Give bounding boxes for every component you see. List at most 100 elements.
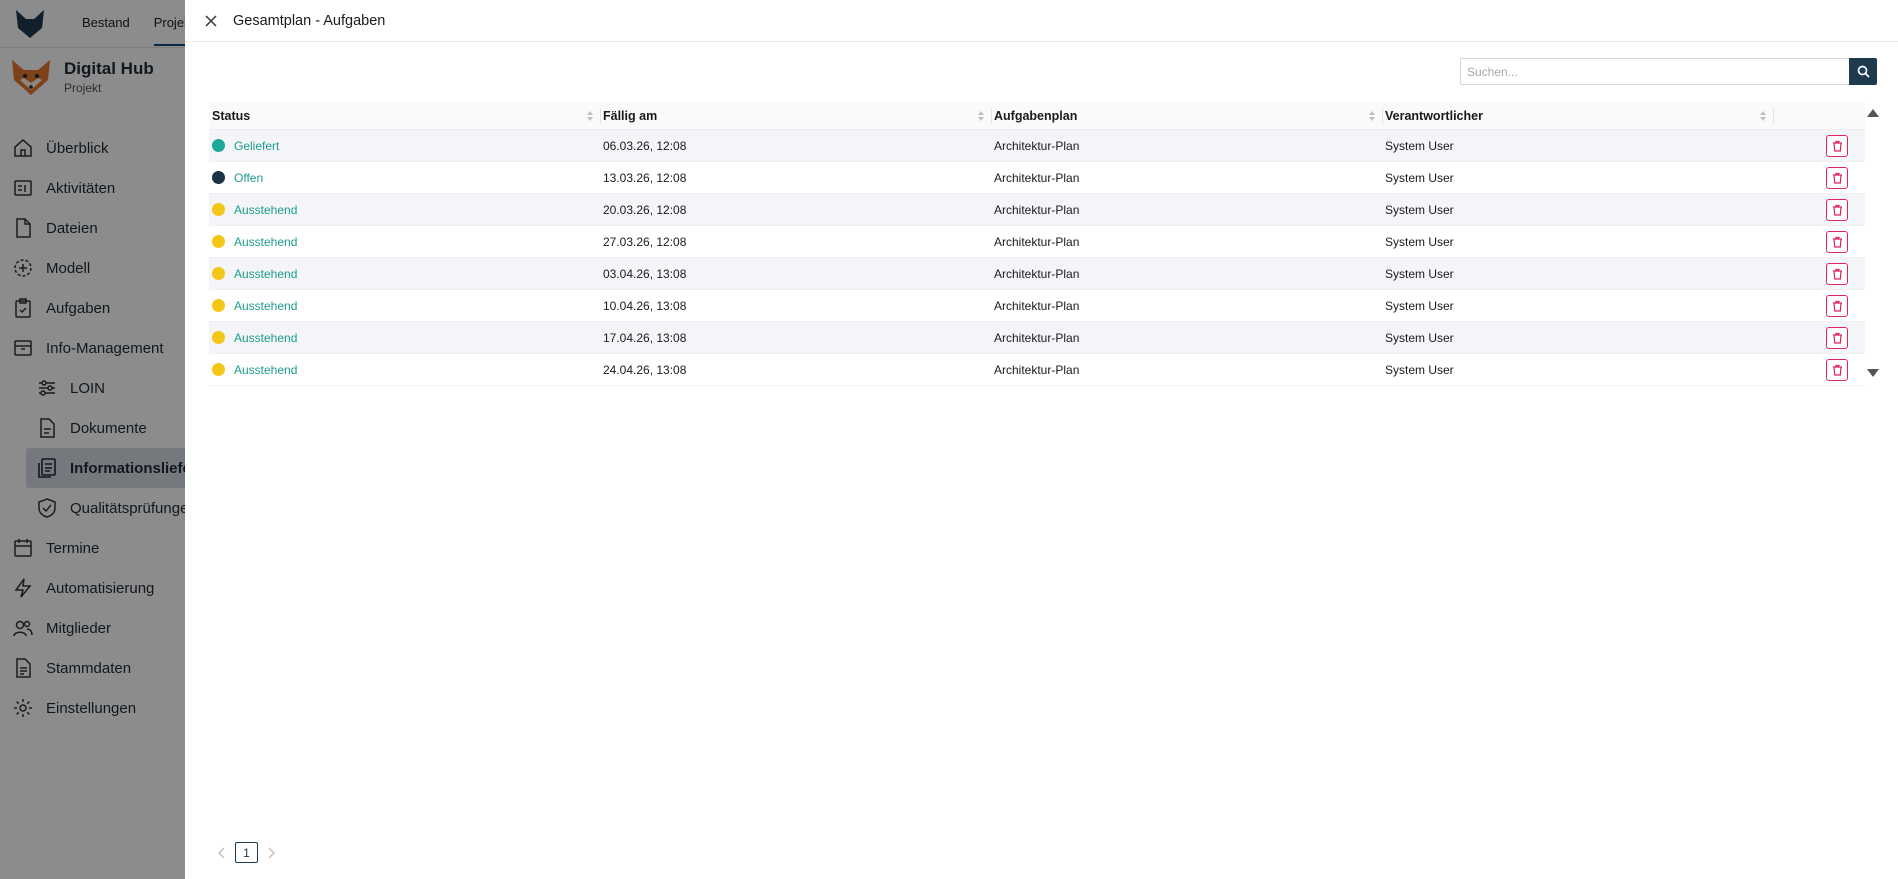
- scroll-up-arrow-icon[interactable]: [1866, 108, 1880, 118]
- sort-icon: [978, 110, 984, 121]
- due-cell: 20.03.26, 12:08: [603, 202, 687, 217]
- column-header-label: Aufgabenplan: [994, 108, 1078, 123]
- responsible-cell: System User: [1385, 170, 1454, 185]
- table-row: Offen 13.03.26, 12:08 Architektur-Plan S…: [209, 162, 1865, 194]
- status-dot: [212, 267, 225, 280]
- page-number-button[interactable]: 1: [235, 842, 258, 863]
- drawer-title: Gesamtplan - Aufgaben: [233, 12, 386, 29]
- responsible-cell: System User: [1385, 138, 1454, 153]
- delete-button[interactable]: [1826, 166, 1848, 189]
- status-cell: Ausstehend: [209, 226, 600, 258]
- scroll-down-arrow-icon[interactable]: [1866, 368, 1880, 378]
- table-row: Ausstehend 24.04.26, 13:08 Architektur-P…: [209, 354, 1865, 386]
- column-header-label: Status: [212, 108, 251, 123]
- due-cell: 27.03.26, 12:08: [603, 234, 687, 249]
- status-cell: Geliefert: [209, 130, 600, 162]
- delete-button[interactable]: [1826, 326, 1848, 349]
- responsible-cell: System User: [1385, 266, 1454, 281]
- close-icon: [205, 14, 217, 27]
- chevron-left-icon: [218, 847, 225, 858]
- status-dot: [212, 235, 225, 248]
- actions-cell: [1773, 258, 1851, 290]
- sort-icon: [1760, 110, 1766, 121]
- delete-button[interactable]: [1826, 230, 1848, 253]
- trash-icon: [1832, 300, 1842, 312]
- trash-icon: [1832, 332, 1842, 344]
- due-cell: 10.04.26, 13:08: [603, 298, 687, 313]
- due-cell: 06.03.26, 12:08: [603, 138, 687, 153]
- delete-button[interactable]: [1826, 134, 1848, 157]
- due-cell: 24.04.26, 13:08: [603, 362, 687, 377]
- plan-cell: Architektur-Plan: [994, 362, 1080, 377]
- status-cell: Offen: [209, 162, 600, 194]
- plan-cell: Architektur-Plan: [994, 330, 1080, 345]
- status-link[interactable]: Geliefert: [234, 139, 279, 153]
- status-link[interactable]: Offen: [234, 171, 263, 185]
- status-dot: [212, 139, 225, 152]
- trash-icon: [1832, 140, 1842, 152]
- column-header-status[interactable]: Status: [209, 102, 600, 130]
- status-link[interactable]: Ausstehend: [234, 203, 297, 217]
- tasks-drawer: Gesamtplan - Aufgaben Status Fällig am A…: [185, 0, 1898, 879]
- delete-button[interactable]: [1826, 262, 1848, 285]
- trash-icon: [1832, 172, 1842, 184]
- trash-icon: [1832, 236, 1842, 248]
- plan-cell: Architektur-Plan: [994, 234, 1080, 249]
- table-row: Ausstehend 27.03.26, 12:08 Architektur-P…: [209, 226, 1865, 258]
- status-cell: Ausstehend: [209, 322, 600, 354]
- next-page-button[interactable]: [264, 846, 278, 860]
- actions-cell: [1773, 322, 1851, 354]
- table-row: Ausstehend 10.04.26, 13:08 Architektur-P…: [209, 290, 1865, 322]
- drawer-header: Gesamtplan - Aufgaben: [185, 0, 1898, 42]
- responsible-cell: System User: [1385, 362, 1454, 377]
- due-cell: 17.04.26, 13:08: [603, 330, 687, 345]
- actions-cell: [1773, 226, 1851, 258]
- prev-page-button[interactable]: [215, 846, 229, 860]
- trash-icon: [1832, 364, 1842, 376]
- column-header-responsible[interactable]: Verantwortlicher: [1382, 102, 1773, 130]
- status-dot: [212, 171, 225, 184]
- search-input[interactable]: [1460, 58, 1849, 85]
- table-row: Ausstehend 20.03.26, 12:08 Architektur-P…: [209, 194, 1865, 226]
- table-header: Status Fällig am Aufgabenplan Verantwort…: [209, 102, 1865, 130]
- column-header-actions: [1773, 102, 1851, 130]
- actions-cell: [1773, 354, 1851, 386]
- status-link[interactable]: Ausstehend: [234, 363, 297, 377]
- actions-cell: [1773, 194, 1851, 226]
- trash-icon: [1832, 268, 1842, 280]
- actions-cell: [1773, 290, 1851, 322]
- search-bar: [1460, 58, 1877, 85]
- tasks-table: Status Fällig am Aufgabenplan Verantwort…: [209, 102, 1865, 386]
- sort-icon: [1369, 110, 1375, 121]
- delete-button[interactable]: [1826, 358, 1848, 381]
- column-header-due[interactable]: Fällig am: [600, 102, 991, 130]
- table-row: Geliefert 06.03.26, 12:08 Architektur-Pl…: [209, 130, 1865, 162]
- responsible-cell: System User: [1385, 330, 1454, 345]
- status-link[interactable]: Ausstehend: [234, 331, 297, 345]
- search-button[interactable]: [1849, 58, 1877, 85]
- delete-button[interactable]: [1826, 198, 1848, 221]
- close-button[interactable]: [201, 11, 221, 31]
- status-link[interactable]: Ausstehend: [234, 299, 297, 313]
- actions-cell: [1773, 162, 1851, 194]
- due-cell: 13.03.26, 12:08: [603, 170, 687, 185]
- table-row: Ausstehend 03.04.26, 13:08 Architektur-P…: [209, 258, 1865, 290]
- due-cell: 03.04.26, 13:08: [603, 266, 687, 281]
- column-header-label: Fällig am: [603, 108, 658, 123]
- search-icon: [1857, 65, 1870, 78]
- status-cell: Ausstehend: [209, 258, 600, 290]
- status-cell: Ausstehend: [209, 194, 600, 226]
- table-row: Ausstehend 17.04.26, 13:08 Architektur-P…: [209, 322, 1865, 354]
- status-link[interactable]: Ausstehend: [234, 267, 297, 281]
- sort-icon: [587, 110, 593, 121]
- delete-button[interactable]: [1826, 294, 1848, 317]
- status-cell: Ausstehend: [209, 290, 600, 322]
- status-dot: [212, 331, 225, 344]
- column-header-plan[interactable]: Aufgabenplan: [991, 102, 1382, 130]
- status-link[interactable]: Ausstehend: [234, 235, 297, 249]
- status-dot: [212, 203, 225, 216]
- table-body: Geliefert 06.03.26, 12:08 Architektur-Pl…: [209, 130, 1865, 386]
- status-cell: Ausstehend: [209, 354, 600, 386]
- column-header-label: Verantwortlicher: [1385, 108, 1483, 123]
- plan-cell: Architektur-Plan: [994, 138, 1080, 153]
